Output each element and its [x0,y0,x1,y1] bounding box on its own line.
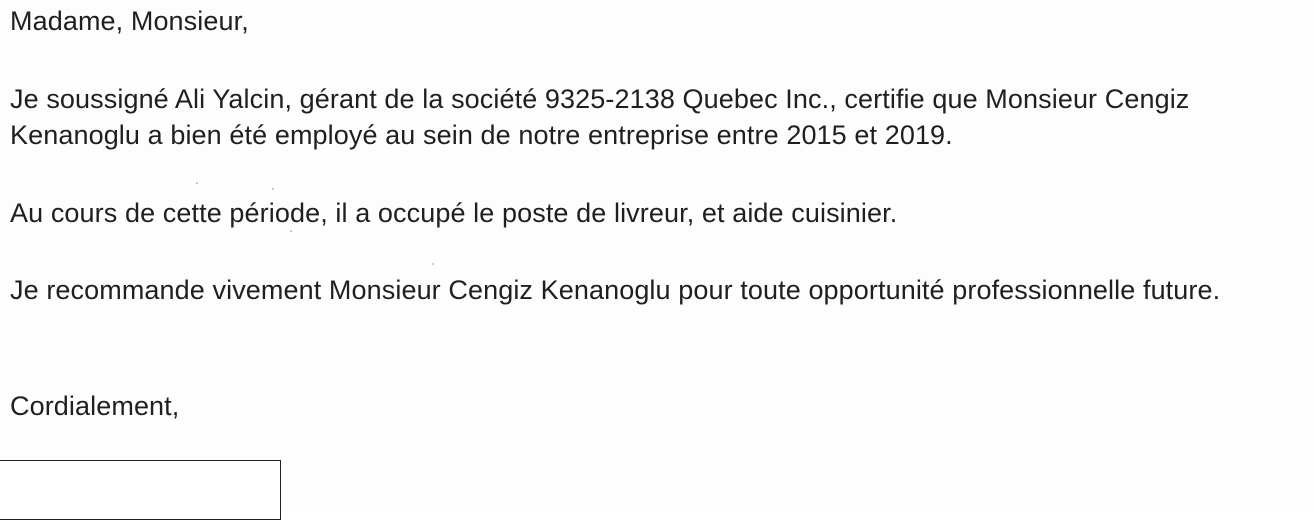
scan-speck [290,230,292,232]
scan-speck [432,263,434,265]
signature-box [0,460,281,520]
letter-closing: Cordialement, [10,391,180,421]
letter-salutation: Madame, Monsieur, [10,6,249,36]
scan-speck [196,182,198,184]
scanned-letter-page: Madame, Monsieur, Je soussigné Ali Yalci… [0,0,1314,520]
paragraph-employment-certification: Je soussigné Ali Yalcin, gérant de la so… [10,84,1190,150]
paragraph-job-position: Au cours de cette période, il a occupé l… [10,198,898,228]
scan-speck [272,188,274,190]
paragraph-recommendation: Je recommande vivement Monsieur Cengiz K… [10,275,1221,305]
